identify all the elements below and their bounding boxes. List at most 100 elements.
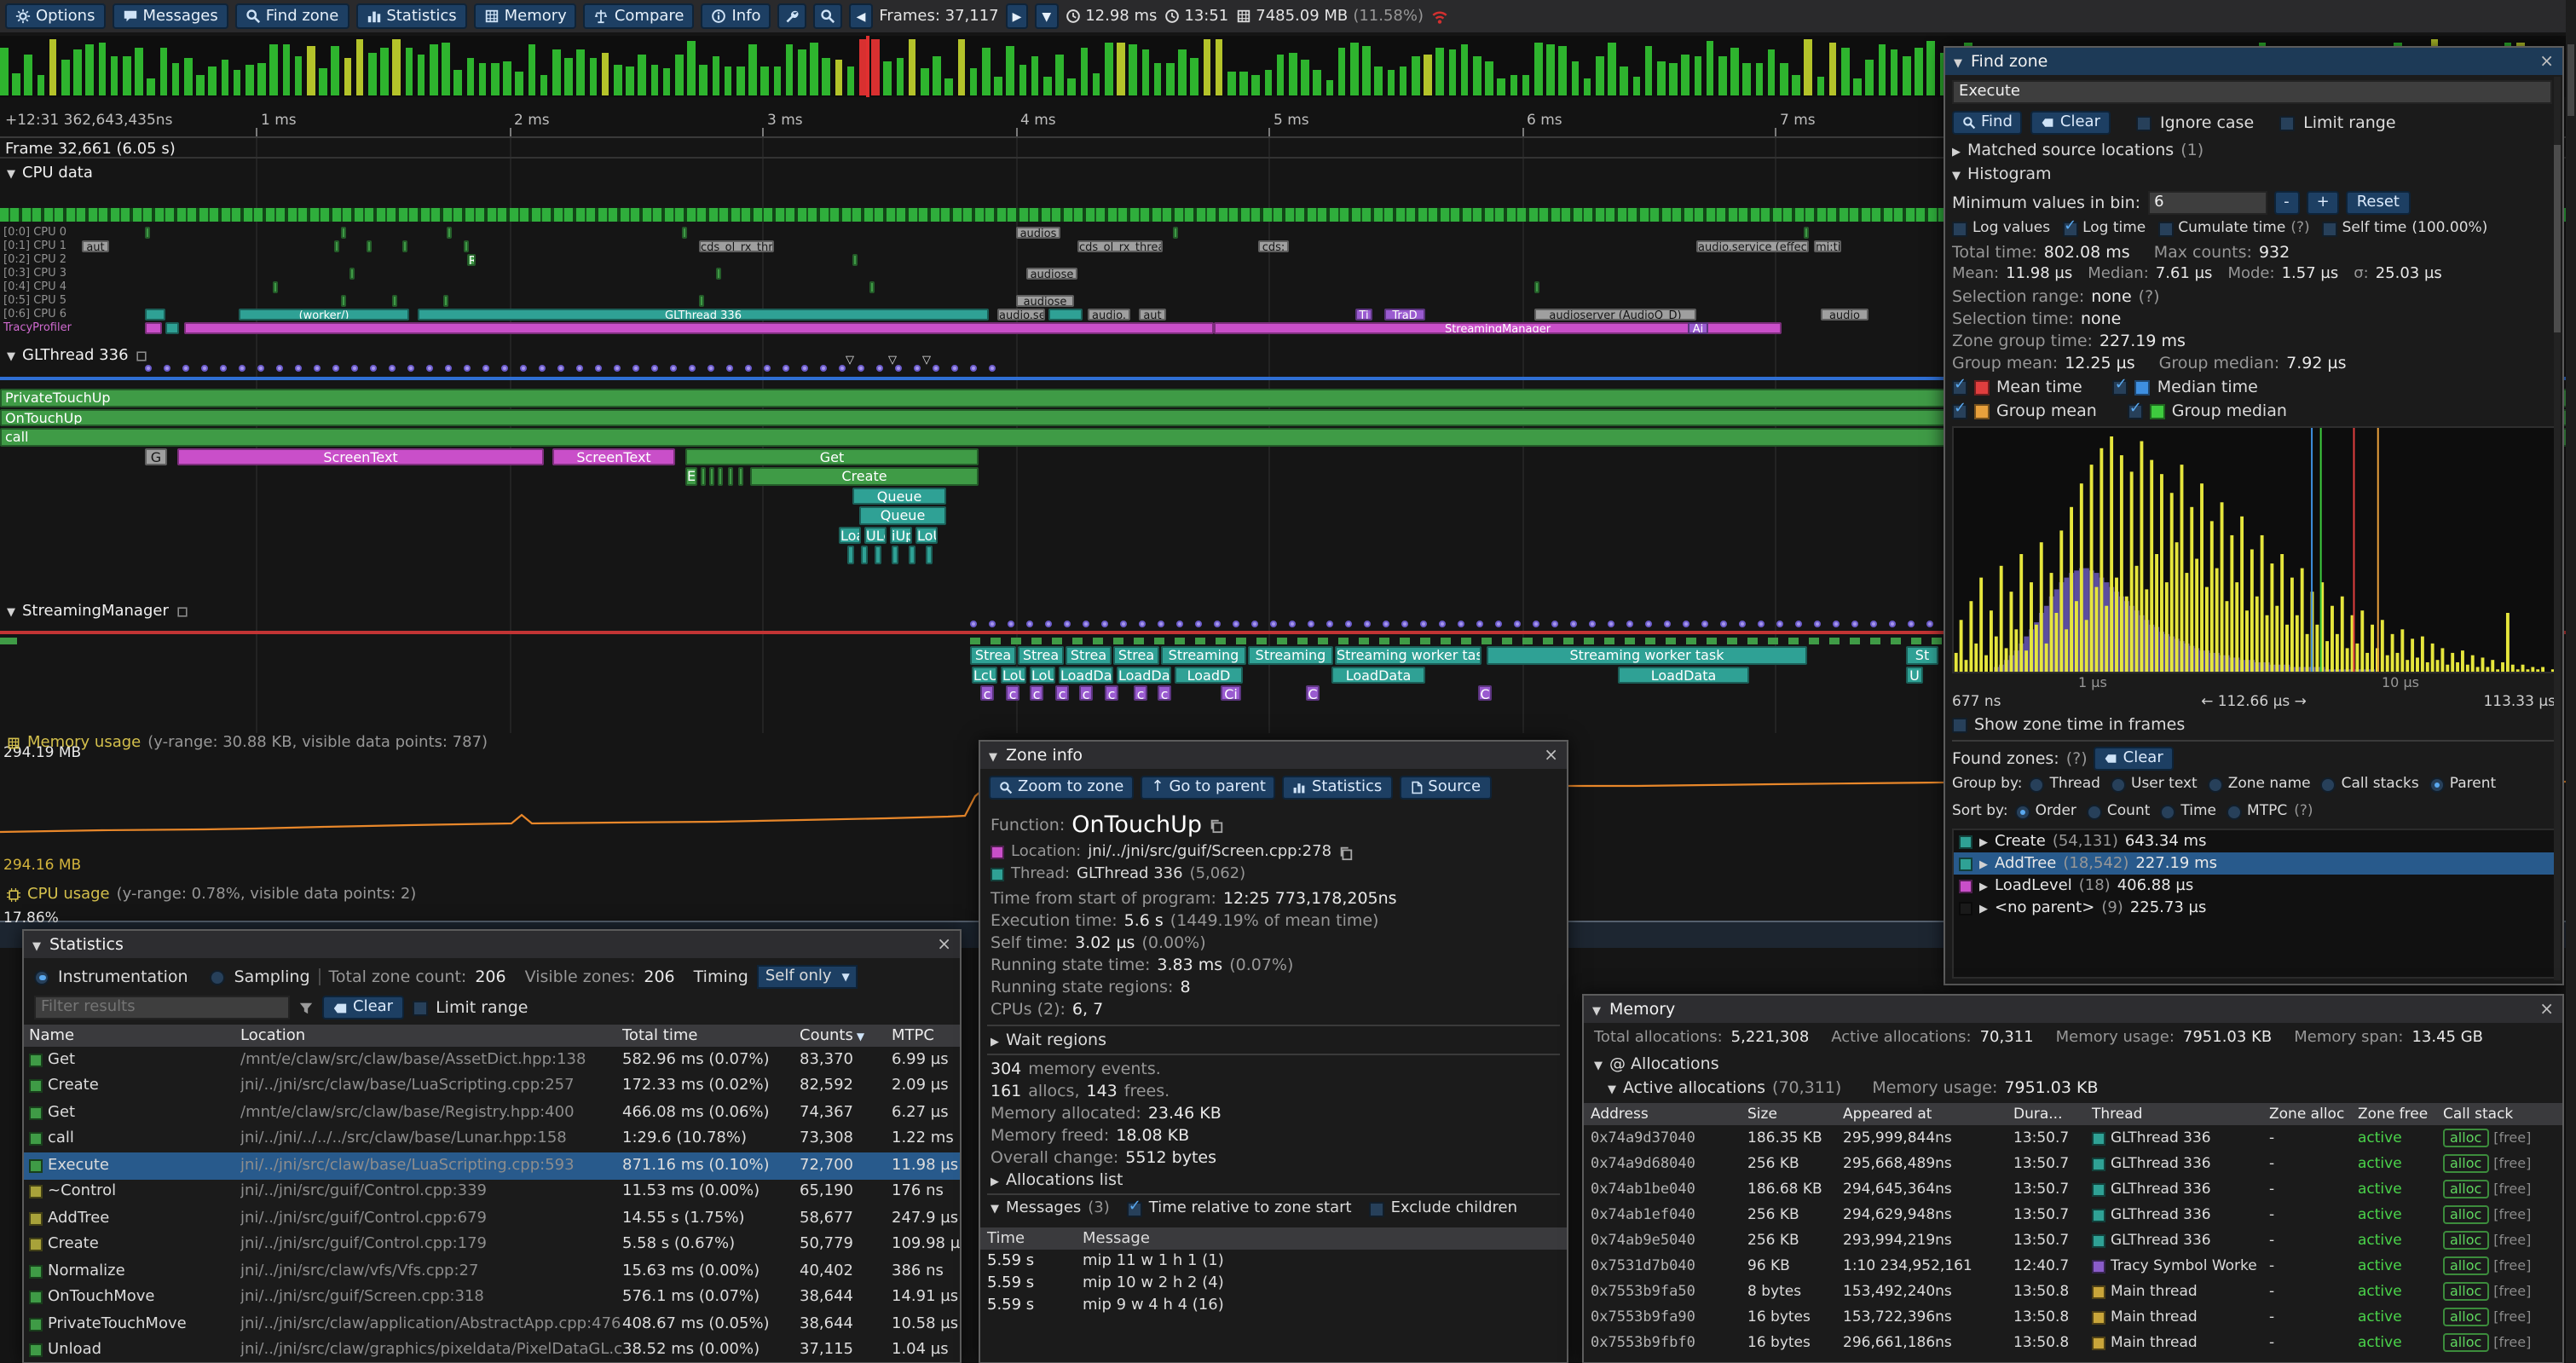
- matched-locations-row[interactable]: Matched source locations(1): [1952, 141, 2203, 160]
- zone[interactable]: [367, 240, 372, 252]
- message-dot[interactable]: [1683, 621, 1689, 627]
- frame-bar[interactable]: [1755, 64, 1763, 95]
- message-dot[interactable]: [257, 365, 264, 372]
- statistics-window-titlebar[interactable]: Statistics: [24, 931, 960, 958]
- messages-button[interactable]: Messages: [112, 3, 228, 29]
- zone[interactable]: [682, 227, 687, 239]
- frame-bar[interactable]: [1927, 42, 1935, 96]
- message-dot[interactable]: [1345, 621, 1352, 627]
- message-dot[interactable]: [764, 365, 771, 372]
- zone-statistics-button[interactable]: Statistics: [1283, 776, 1392, 800]
- zone[interactable]: [861, 546, 868, 563]
- scrollbar-thumb[interactable]: [2554, 145, 2561, 332]
- frame-bar[interactable]: [1694, 57, 1701, 95]
- zone[interactable]: [341, 227, 346, 239]
- sort-by-radio[interactable]: [2227, 804, 2242, 819]
- streaming-header[interactable]: StreamingManager: [7, 604, 189, 621]
- zone[interactable]: c: [1105, 685, 1118, 701]
- zone[interactable]: [701, 467, 706, 485]
- zone[interactable]: [909, 546, 915, 563]
- stats-row[interactable]: OnTouchMovejni/../jni/src/guif/Screen.cp…: [24, 1285, 960, 1311]
- frame-bar[interactable]: [234, 71, 241, 95]
- log-time-checkbox[interactable]: [2062, 221, 2077, 236]
- decrease-bin-button[interactable]: -: [2273, 191, 2300, 215]
- frame-bar[interactable]: [1743, 63, 1751, 95]
- message-dot[interactable]: [1064, 621, 1071, 627]
- message-dot[interactable]: [989, 365, 996, 372]
- message-dot[interactable]: [670, 365, 677, 372]
- message-dot[interactable]: [858, 365, 864, 372]
- allocations-list-row[interactable]: Allocations list: [991, 1171, 1123, 1190]
- stats-row[interactable]: Unloadjni/../jni/src/claw/graphics/pixel…: [24, 1337, 960, 1362]
- stats-row[interactable]: Get/mnt/e/claw/src/claw/base/AssetDict.h…: [24, 1047, 960, 1073]
- message-dot[interactable]: [1739, 621, 1746, 627]
- frame-bar[interactable]: [270, 44, 278, 96]
- group-by-radio[interactable]: [2111, 777, 2126, 792]
- message-dot[interactable]: [1589, 621, 1596, 627]
- frame-bar[interactable]: [0, 47, 8, 95]
- message-dot[interactable]: [1664, 621, 1671, 627]
- zone[interactable]: Streaming worker tas: [1335, 646, 1481, 664]
- statistics-button[interactable]: Statistics: [355, 3, 466, 29]
- frame-bar[interactable]: [626, 67, 633, 95]
- frame-bar[interactable]: [1546, 43, 1554, 95]
- frame-bar[interactable]: [773, 66, 781, 95]
- found-zone-row[interactable]: AddTree(18,542)227.19 ms: [1954, 852, 2556, 875]
- memory-row[interactable]: 0x7553b9fa508 bytes153,492,240ns13:50.8M…: [1584, 1279, 2562, 1304]
- zone[interactable]: audio.: [1088, 309, 1130, 321]
- message-dot[interactable]: [1551, 621, 1558, 627]
- frame-bar[interactable]: [1178, 50, 1186, 95]
- frame-bar[interactable]: [1007, 46, 1014, 95]
- frame-bar[interactable]: [1031, 57, 1039, 95]
- stats-row[interactable]: Get/mnt/e/claw/src/claw/base/Registry.hp…: [24, 1100, 960, 1126]
- frame-bar[interactable]: [1117, 43, 1124, 95]
- zone[interactable]: aut: [82, 240, 109, 252]
- message-dot[interactable]: [295, 365, 302, 372]
- message-dot[interactable]: [1083, 621, 1089, 627]
- message-dot[interactable]: [482, 365, 489, 372]
- frame-bar[interactable]: [994, 76, 1002, 95]
- histogram-chart[interactable]: [1954, 428, 2556, 672]
- message-dot[interactable]: [164, 365, 170, 372]
- frame-bar[interactable]: [1043, 77, 1051, 95]
- zone[interactable]: [402, 240, 407, 252]
- frame-bar[interactable]: [1485, 61, 1493, 95]
- zone[interactable]: [847, 546, 854, 563]
- frame-bar[interactable]: [1571, 61, 1579, 95]
- zone[interactable]: [892, 546, 898, 563]
- funnel-icon[interactable]: [298, 1000, 314, 1015]
- gl-thread-header[interactable]: GLThread 336: [7, 348, 149, 365]
- frame-bar[interactable]: [1853, 78, 1861, 95]
- frame-bar[interactable]: [1816, 77, 1824, 95]
- message-dot[interactable]: [1420, 621, 1427, 627]
- frame-bar[interactable]: [1203, 39, 1210, 95]
- message-dot[interactable]: [1851, 621, 1858, 627]
- zone[interactable]: c: [1079, 685, 1093, 701]
- frame-bar[interactable]: [1730, 48, 1738, 95]
- message-dot[interactable]: [557, 365, 564, 372]
- min-bin-input[interactable]: [2147, 191, 2267, 215]
- info-button[interactable]: Info: [702, 3, 771, 29]
- message-dot[interactable]: [1720, 621, 1727, 627]
- find-button[interactable]: Find: [1952, 111, 2023, 135]
- frame-bar[interactable]: [344, 58, 351, 95]
- frame-bar[interactable]: [1424, 55, 1431, 95]
- memory-row[interactable]: 0x74a9d68040256 KB295,668,489ns13:50.7GL…: [1584, 1151, 2562, 1176]
- frame-bar[interactable]: [307, 46, 315, 95]
- frame-bar[interactable]: [847, 66, 855, 95]
- frame-bar[interactable]: [1792, 75, 1799, 95]
- zone[interactable]: ScreenText: [552, 448, 675, 465]
- frame-bar[interactable]: [454, 70, 462, 95]
- frame-bar[interactable]: [638, 55, 646, 95]
- message-dot[interactable]: [1701, 621, 1708, 627]
- frame-bar[interactable]: [1289, 54, 1297, 95]
- legend-checkbox[interactable]: [1952, 404, 1967, 419]
- sampling-radio[interactable]: [211, 969, 226, 985]
- frame-bar[interactable]: [111, 57, 118, 95]
- filter-input[interactable]: [34, 996, 290, 1019]
- group-by-radio[interactable]: [2208, 777, 2223, 792]
- zone[interactable]: LoU: [1030, 666, 1055, 684]
- frame-bar[interactable]: [1436, 49, 1444, 95]
- exclude-children-checkbox[interactable]: [1369, 1201, 1384, 1216]
- zone[interactable]: c: [980, 685, 994, 701]
